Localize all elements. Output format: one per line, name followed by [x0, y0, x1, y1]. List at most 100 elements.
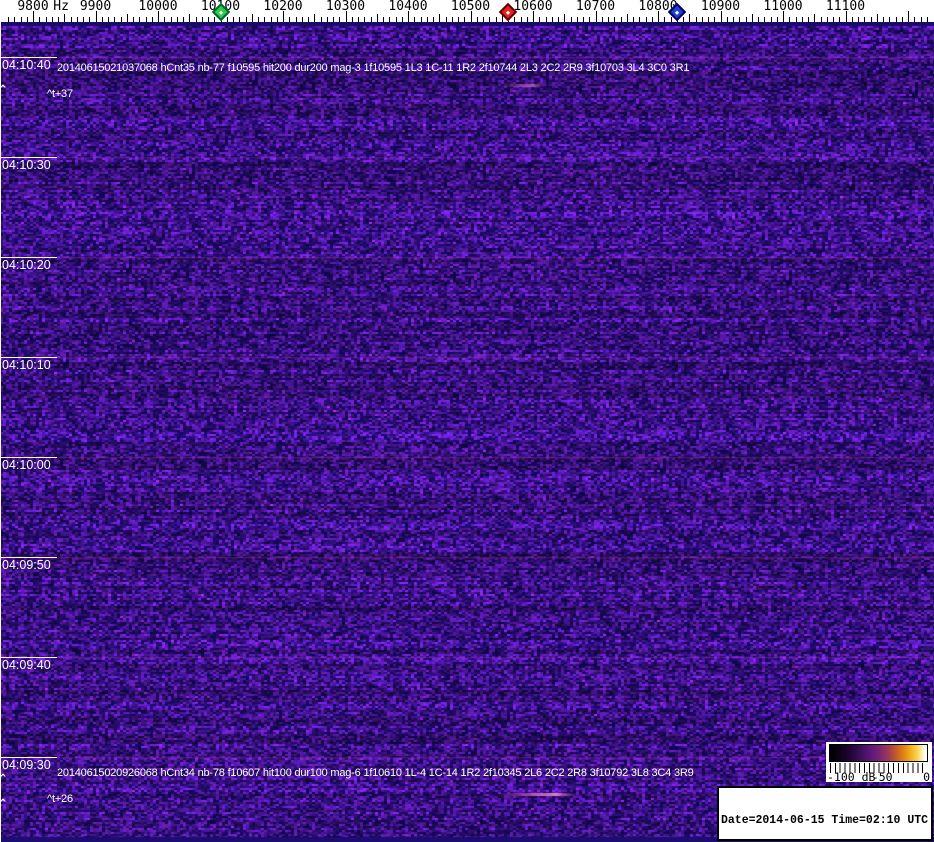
ruler-tick	[526, 17, 528, 22]
ruler-tick	[539, 17, 541, 22]
time-label: 04:10:30	[2, 158, 51, 172]
freq-label: Hz	[53, 0, 69, 14]
ruler-tick	[470, 11, 472, 22]
ruler-tick	[195, 17, 197, 22]
edge-caret-mark: ^	[0, 84, 7, 95]
ruler-tick	[170, 17, 172, 22]
ruler-tick	[426, 17, 428, 22]
ruler-tick	[264, 17, 266, 22]
ruler-tick	[720, 11, 722, 22]
ruler-tick	[26, 17, 28, 22]
event-annotation-bottom: 20140615020926068 hCnt34 nb-78 f10607 hi…	[57, 767, 694, 779]
ruler-tick	[683, 17, 684, 22]
ruler-tick	[764, 17, 766, 22]
ruler-tick	[851, 17, 853, 22]
ruler-tick	[108, 17, 109, 22]
ruler-tick	[601, 17, 603, 22]
ruler-tick	[633, 17, 634, 22]
ruler-tick	[139, 17, 141, 22]
ruler-tick	[670, 17, 672, 22]
time-label: 04:09:40	[2, 658, 51, 672]
ruler-tick	[145, 17, 147, 22]
ruler-tick	[583, 17, 584, 22]
ruler-tick	[101, 17, 103, 22]
ruler-tick	[270, 17, 272, 22]
ruler-tick	[314, 14, 316, 22]
ruler-tick	[176, 17, 178, 22]
time-label: 04:10:20	[2, 258, 51, 272]
ruler-tick	[364, 17, 366, 22]
ruler-tick	[370, 17, 372, 22]
ruler-tick	[14, 17, 16, 22]
ruler-tick	[233, 17, 234, 22]
ruler-tick	[33, 11, 34, 22]
ruler-tick	[395, 17, 397, 22]
ruler-tick	[914, 17, 916, 22]
ruler-tick	[476, 17, 478, 22]
ruler-tick	[695, 17, 697, 22]
ruler-tick	[420, 17, 422, 22]
ruler-tick	[839, 17, 841, 22]
ruler-tick	[83, 17, 84, 22]
ruler-tick	[651, 17, 653, 22]
ruler-tick	[820, 17, 822, 22]
ruler-tick	[183, 17, 184, 22]
ruler-tick	[701, 17, 703, 22]
ruler-tick	[870, 17, 872, 22]
spectrogram-window: 9800Hz9900100001010010200103001040010500…	[0, 0, 934, 842]
ruler-tick	[783, 11, 784, 22]
edge-caret-mark: ^	[0, 773, 7, 784]
ruler-tick	[89, 17, 91, 22]
ruler-tick	[433, 17, 434, 22]
time-axis-border	[0, 22, 1, 842]
ruler-tick	[789, 17, 791, 22]
ruler-tick	[414, 17, 416, 22]
ruler-tick	[833, 17, 834, 22]
marker-center-dot	[218, 9, 223, 15]
ruler-tick	[745, 17, 747, 22]
time-label: 04:10:00	[2, 458, 51, 472]
ruler-tick	[814, 14, 816, 22]
colorbar-max-label: 0	[923, 770, 930, 784]
ruler-tick	[251, 14, 253, 22]
ruler-tick	[95, 11, 97, 22]
ruler-tick	[533, 11, 534, 22]
ruler-tick	[614, 17, 616, 22]
ruler-tick	[8, 17, 9, 22]
ruler-tick	[920, 17, 922, 22]
ruler-tick	[76, 17, 78, 22]
frequency-ruler: 9800Hz9900100001010010200103001040010500…	[0, 0, 934, 22]
ruler-tick	[801, 17, 803, 22]
marker-center-dot	[674, 9, 679, 15]
ruler-tick	[20, 17, 22, 22]
ruler-tick	[733, 17, 734, 22]
ruler-tick	[70, 17, 72, 22]
ruler-tick	[520, 17, 522, 22]
ruler-tick	[245, 17, 247, 22]
ruler-tick	[283, 11, 284, 22]
ruler-tick	[308, 17, 309, 22]
info-date-line: Date=2014-06-15 Time=02:10 UTC	[721, 813, 929, 827]
ruler-tick	[51, 17, 53, 22]
ruler-tick	[301, 17, 303, 22]
ruler-tick	[64, 14, 66, 22]
ruler-tick	[883, 17, 884, 22]
ruler-tick	[808, 17, 809, 22]
ruler-tick	[120, 17, 122, 22]
ruler-tick	[445, 17, 447, 22]
ruler-tick	[389, 17, 391, 22]
ruler-tick	[739, 17, 741, 22]
ruler-tick	[639, 17, 641, 22]
ruler-tick	[645, 17, 647, 22]
ruler-tick	[858, 17, 859, 22]
ruler-tick	[258, 17, 259, 22]
ruler-tick	[608, 17, 609, 22]
ruler-tick	[458, 17, 459, 22]
ruler-tick	[276, 17, 278, 22]
colorbar: -100 dB -50 0	[826, 742, 932, 784]
ruler-tick	[401, 17, 403, 22]
waterfall-display	[0, 22, 934, 842]
ruler-tick	[570, 17, 572, 22]
edge-caret-mark: ^	[0, 798, 7, 809]
ruler-tick	[889, 17, 891, 22]
